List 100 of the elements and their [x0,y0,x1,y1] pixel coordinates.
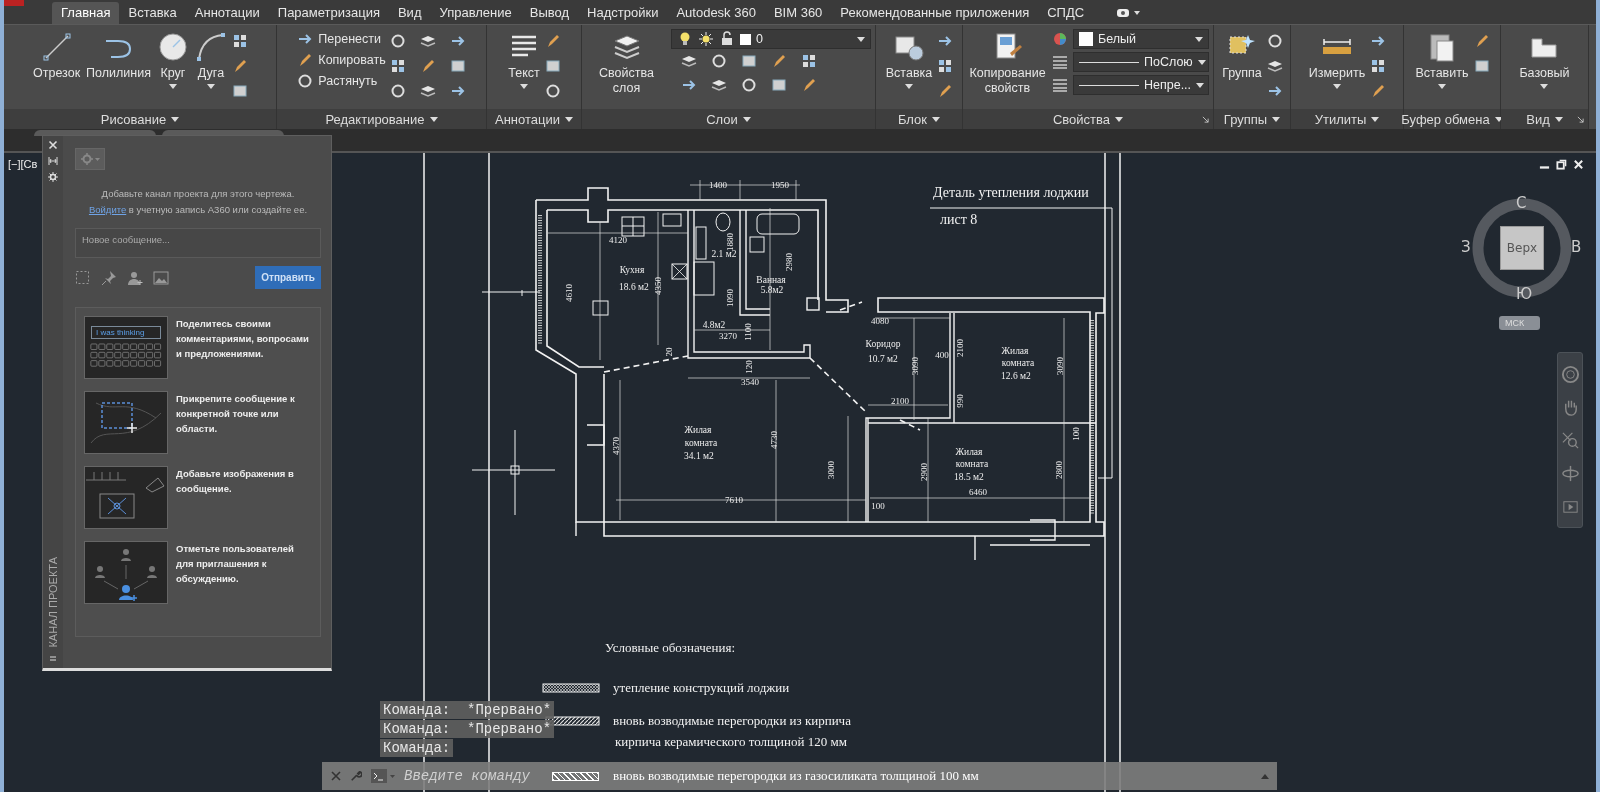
pin-icon[interactable] [101,269,117,286]
pencil-icon[interactable] [801,77,817,93]
ribbon-tab[interactable]: Аннотации [185,2,269,24]
ribbon-tab[interactable]: Управление [430,2,521,24]
ribbon-tool-button[interactable]: Копировать [297,52,386,68]
circle-icon[interactable] [297,73,314,89]
square-icon[interactable] [771,77,787,93]
ribbon-tab[interactable]: Надстройки [578,2,668,24]
add-user-icon[interactable] [127,269,143,286]
ribbon-tab[interactable]: Рекомендованные приложения [831,2,1039,24]
viewcube-face[interactable]: Верх [1500,226,1544,270]
ribbon-tool-button[interactable]: Полилиния [85,29,152,83]
circle-icon[interactable] [1266,33,1283,49]
orbit-icon[interactable] [1560,464,1580,483]
message-input-field[interactable]: Новое сообщение... [75,228,321,258]
panel-title[interactable]: Слои [706,111,738,127]
pencil-icon[interactable] [232,58,248,74]
layers-icon[interactable] [1266,58,1283,74]
panel-title[interactable]: Буфер обмена [1401,111,1490,127]
grid-icon[interactable] [389,58,406,74]
layers-icon[interactable] [681,53,697,69]
ribbon-tool-button[interactable]: Текст [507,29,541,91]
ribbon-tool-button[interactable]: Базовый [1518,29,1571,91]
panel-title[interactable]: Блок [897,111,927,127]
grid-icon[interactable] [801,53,817,69]
image-icon[interactable] [153,269,169,286]
circle-icon[interactable] [389,83,406,99]
ribbon-tab[interactable]: Главная [52,2,120,24]
panel-title[interactable]: Рисование [100,111,167,127]
viewport-controls-label[interactable]: [−][Св [8,158,38,170]
wrench-icon[interactable] [350,770,362,782]
square-icon[interactable] [232,83,248,99]
circle-icon[interactable] [711,53,727,69]
command-prompt-icon[interactable] [370,768,396,784]
layers-icon[interactable] [419,33,436,49]
square-icon[interactable] [1473,58,1490,74]
send-button[interactable]: Отправить [255,266,321,289]
grid-icon[interactable] [232,33,248,49]
corner-arrow-icon[interactable] [1577,115,1584,123]
panel-title[interactable]: Вид [1526,111,1550,127]
circle-icon[interactable] [545,83,561,99]
expand-up-icon[interactable] [1261,773,1269,779]
ribbon-tool-button[interactable]: Растянуть [297,73,386,89]
ribbon-tool-button[interactable]: Свойства слоя [586,29,667,98]
dimension-label: 2980 [784,253,794,271]
grid-icon[interactable] [937,58,954,74]
ribbon-tool-button[interactable]: Копирование свойств [967,29,1048,98]
settings-icon[interactable] [48,172,58,182]
auto-hide-icon[interactable] [48,156,58,166]
panel-title[interactable]: Аннотации [495,111,560,127]
ribbon-tool-button[interactable]: Вставить [1414,29,1470,91]
square-icon[interactable] [545,58,561,74]
linetype-dropdown[interactable]: ПоСлою [1073,52,1209,72]
menu-icon[interactable] [48,654,58,664]
color-dropdown[interactable]: Белый [1073,29,1209,49]
square-icon[interactable] [449,58,466,74]
ribbon-tab[interactable]: Параметризация [268,2,389,24]
ribbon-tab[interactable]: Вставка [119,2,186,24]
panel-title[interactable]: Группы [1223,111,1268,127]
ribbon-tab[interactable]: Вывод [520,2,579,24]
compass-direction[interactable]: З [1461,240,1471,255]
command-input-field[interactable]: Введите команду [404,768,544,784]
dashed-rectangle-icon[interactable] [75,269,91,286]
ribbon-tool-button[interactable]: Круг [156,29,190,91]
room-label: 18.5 м2 [954,472,984,482]
line-icon [40,31,73,63]
corner-arrow-icon[interactable] [1202,115,1209,123]
ribbon-tool-button[interactable]: Отрезок [32,29,82,83]
ribbon-tool-button[interactable]: Вставка [884,29,934,91]
circle-icon[interactable] [389,33,406,49]
compass-direction[interactable]: Ю [1516,287,1533,302]
ribbon-tab[interactable]: Вид [388,2,431,24]
layer-dropdown[interactable]: 0 [671,29,871,49]
cloud-dropdown-icon[interactable] [1115,7,1142,19]
ribbon-tool-button[interactable]: Дуга [194,29,228,91]
ribbon-tool-button[interactable]: Группа [1221,29,1263,83]
ribbon-tab[interactable]: Autodesk 360 [667,2,765,24]
restore-icon[interactable] [1556,159,1567,170]
grid-icon[interactable] [1370,58,1387,74]
ribbon-tab[interactable]: СПДС [1038,2,1094,24]
ribbon-tool-button[interactable]: Измерить [1307,29,1367,91]
pencil-icon[interactable] [545,33,561,49]
layers-icon[interactable] [711,77,727,93]
square-icon[interactable] [741,53,757,69]
steering-wheel-icon[interactable] [1560,365,1580,384]
zoom-icon[interactable] [1560,431,1580,450]
circle-icon[interactable] [741,77,757,93]
compass-direction[interactable]: С [1516,196,1527,211]
panel-title[interactable]: Утилиты [1314,111,1367,127]
ribbon-tab[interactable]: BIM 360 [764,2,832,24]
panel-title[interactable]: Свойства [1052,111,1111,127]
panel-title[interactable]: Редактирование [325,111,425,127]
pencil-icon[interactable] [297,52,314,68]
compass-direction[interactable]: В [1571,240,1582,255]
ribbon-tool-button[interactable]: Перенести [297,31,386,47]
pencil-icon[interactable] [771,53,787,69]
pencil-icon[interactable] [937,83,954,99]
layers-icon[interactable] [419,83,436,99]
pencil-icon[interactable] [1370,83,1387,99]
linetype-dropdown[interactable]: Непре... [1073,75,1209,95]
